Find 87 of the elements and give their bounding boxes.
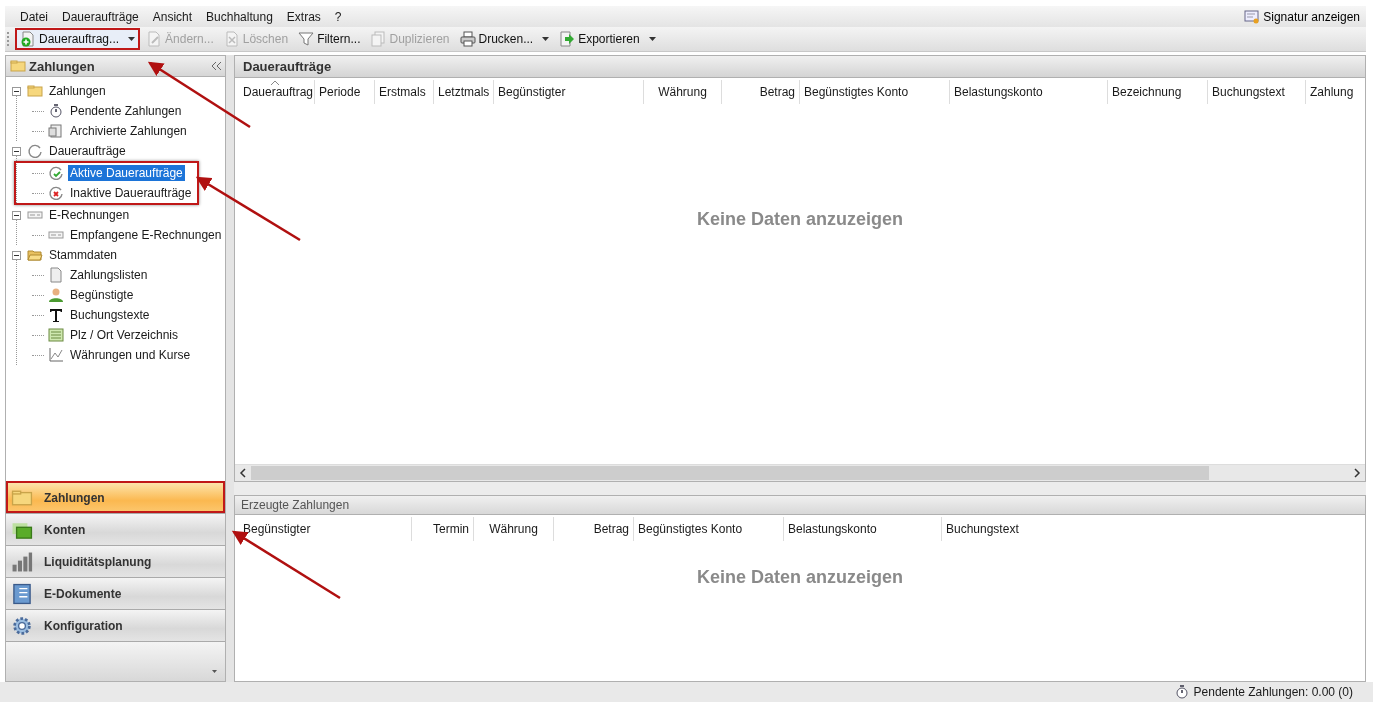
collapse-icon[interactable] [12,86,21,96]
column-header[interactable]: Buchungstext [1208,80,1306,104]
gear-icon [11,614,33,637]
menu-item[interactable]: Extras [279,9,328,24]
scrollbar[interactable] [235,464,1365,481]
certificate-icon [1244,8,1261,25]
check-icon [48,165,64,181]
empty-message: Keine Daten anzuzeigen [696,567,903,589]
toolbar-button[interactable]: Drucken... [455,28,554,50]
tree-item[interactable]: Begünstigte [68,287,136,303]
tree-item[interactable]: Stammdaten [47,247,120,263]
text-icon [48,307,64,323]
tree-item[interactable]: Pendente Zahlungen [68,103,184,119]
empty-message: Keine Daten anzuzeigen [696,209,903,231]
nav-button[interactable]: Konten [6,513,225,545]
panel-title: Erzeugte Zahlungen [235,496,1365,515]
column-header[interactable]: Letztmals [434,80,494,104]
column-header[interactable]: Begünstigtes Konto [634,517,784,541]
folder-icon [27,83,43,99]
timer-icon [48,103,64,119]
filter-icon [298,31,315,47]
column-header[interactable]: Periode [315,80,375,104]
timer-icon [1173,684,1190,700]
grip-icon [7,32,11,46]
column-header[interactable]: Dauerauftrag [239,80,315,104]
caret-icon [212,670,217,673]
cycle-icon [27,143,43,159]
column-header[interactable]: Währung [644,80,722,104]
collapse-icon[interactable] [12,250,21,260]
collapse-icon[interactable] [12,146,21,156]
folder-icon [10,58,26,74]
list-icon [48,327,64,343]
book-icon [11,582,33,605]
print-icon [459,31,476,47]
nav-button[interactable]: Konfiguration [6,609,225,641]
menu-item[interactable]: Daueraufträge [55,9,146,24]
menu-item[interactable]: Ansicht [145,9,200,24]
status-text: Pendente Zahlungen: 0.00 (0) [1173,684,1353,700]
toolbar-button[interactable]: Filtern... [294,28,365,50]
document-icon [48,267,64,283]
column-header[interactable]: Belastungskonto [950,80,1108,104]
column-header[interactable]: Buchungstext [942,517,1042,541]
tree-item[interactable]: Daueraufträge [47,143,128,159]
person-icon [48,287,64,303]
openfolder-icon [27,247,43,263]
menu-item[interactable]: Buchhaltung [199,9,280,24]
column-header[interactable]: Begünstigtes Konto [800,80,950,104]
export-icon [559,31,576,47]
toolbar-button[interactable]: Dauerauftrag... [15,28,141,50]
toolbar-button[interactable]: Exportieren [555,28,660,50]
delete-icon [223,31,240,47]
column-header[interactable]: Begünstigter [239,517,412,541]
collapse-icon[interactable] [12,210,21,220]
menu-item[interactable]: Datei [13,9,55,24]
tree-item[interactable]: Währungen und Kurse [68,347,193,363]
column-header[interactable]: Belastungskonto [784,517,942,541]
tree-item[interactable]: E-Rechnungen [47,207,132,223]
panel-title: Daueraufträge [235,56,1365,78]
column-header[interactable]: Zahlung [1306,80,1358,104]
column-header[interactable]: Begünstigter [494,80,644,104]
tree-item[interactable]: Empfangene E-Rechnungen [68,227,224,243]
edit-icon [146,31,163,47]
nav-button[interactable]: Liquiditätsplanung [6,545,225,577]
panel-title: Zahlungen [29,58,95,74]
tree-item[interactable]: Inaktive Daueraufträge [68,185,194,201]
tree-item[interactable]: Archivierte Zahlungen [68,123,189,139]
bars-icon [11,550,33,573]
nav-button[interactable]: Zahlungen [6,481,225,513]
tree-item[interactable]: Zahlungslisten [68,267,150,283]
signature-button[interactable]: Signatur anzeigen [1238,8,1366,25]
add-icon [20,31,36,47]
cross-icon [48,185,64,201]
column-header[interactable]: Termin [412,517,474,541]
column-header[interactable]: Betrag [722,80,800,104]
column-header[interactable]: Bezeichnung [1108,80,1208,104]
copy-icon [370,31,387,47]
column-header[interactable]: Betrag [554,517,634,541]
chart-icon [48,347,64,363]
tree-item[interactable]: Aktive Daueraufträge [68,165,185,181]
menu-item[interactable]: ? [327,9,349,24]
tree-item[interactable]: Buchungstexte [68,307,152,323]
nav-button[interactable]: E-Dokumente [6,577,225,609]
column-header[interactable]: Erstmals [375,80,434,104]
tree-item[interactable]: Zahlungen [47,83,108,99]
column-header[interactable]: Währung [474,517,554,541]
archive-icon [48,123,64,139]
tree-item[interactable]: Plz / Ort Verzeichnis [68,327,181,343]
